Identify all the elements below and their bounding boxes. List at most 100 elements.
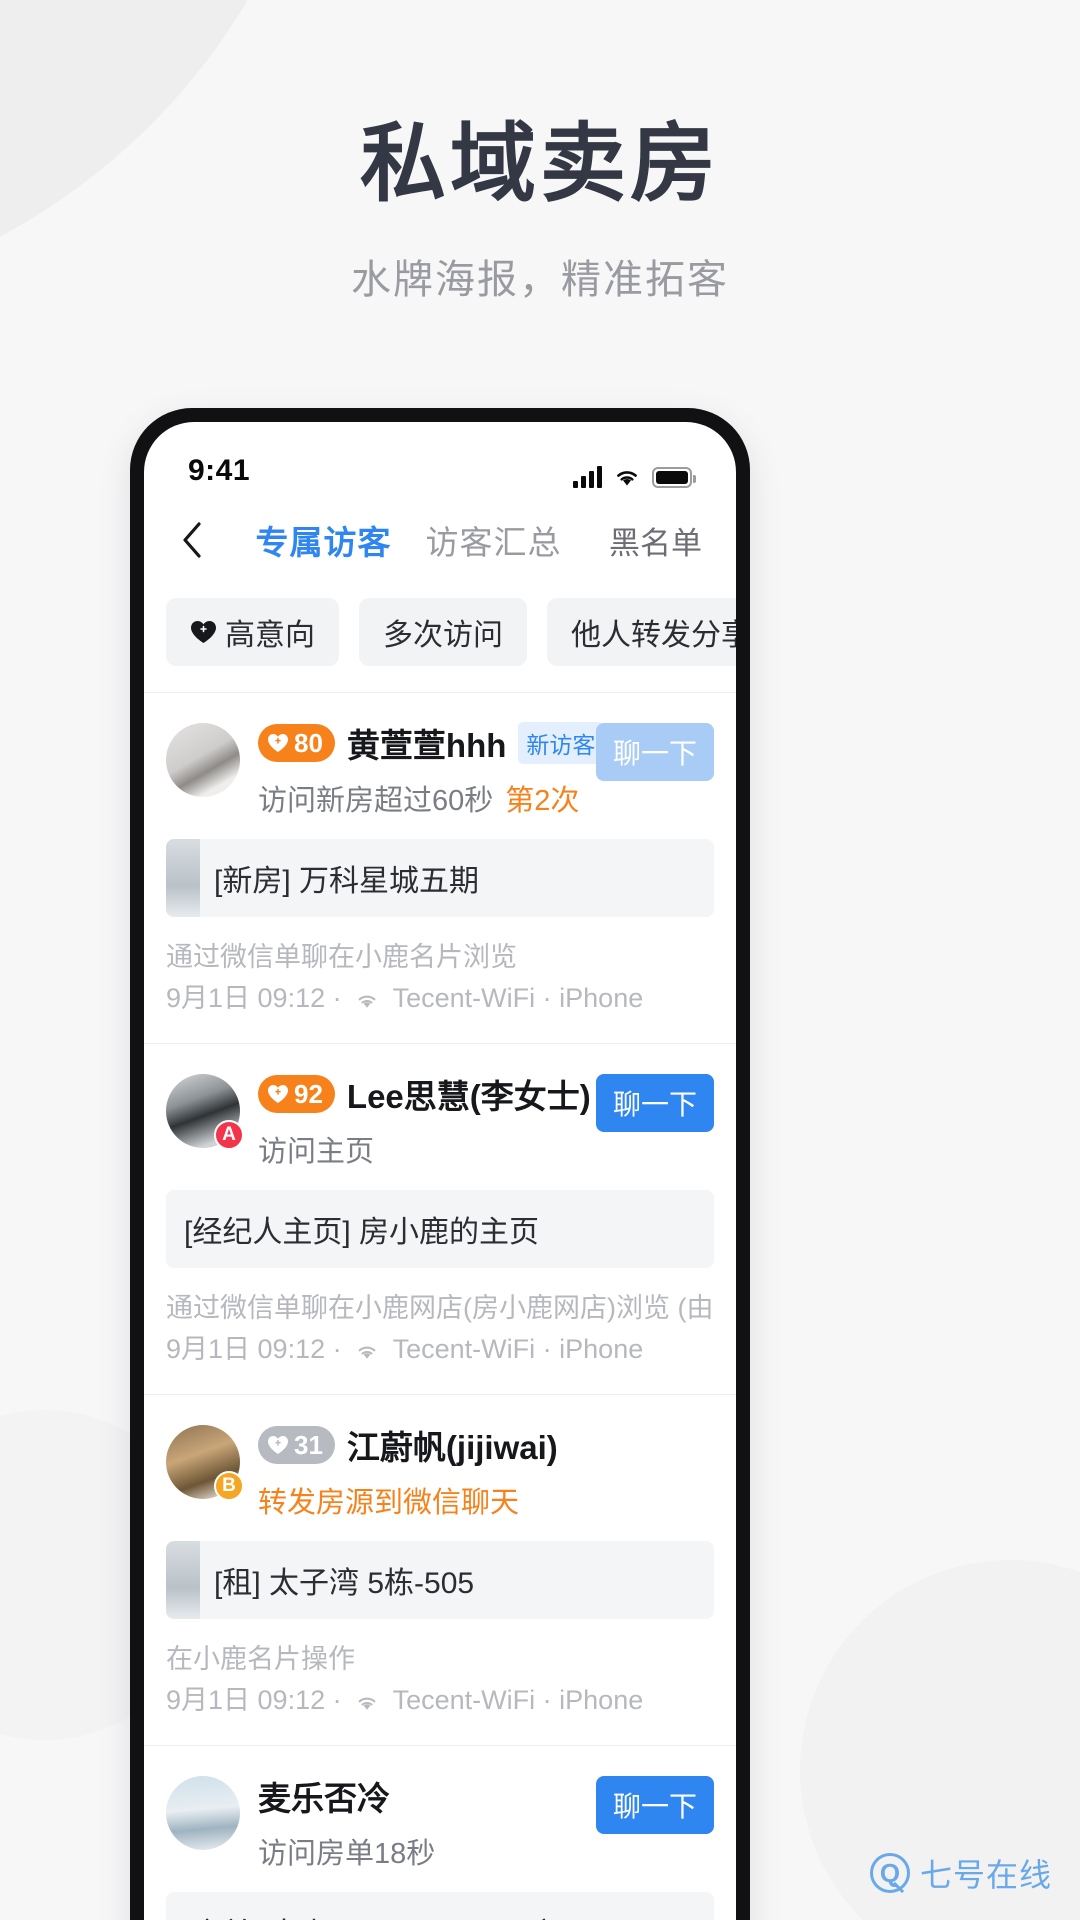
property-title: [房单] 南山800w-1000w三房 [184,1909,559,1920]
page-subtitle: 水牌海报，精准拓客 [351,257,729,302]
tab-exclusive-visitors[interactable]: 专属访客 [256,516,392,564]
visitor-name: 江蔚帆(jijiwai) [346,1429,558,1466]
visitor-name: 黄萱萱hhh [346,727,507,764]
network-name: Tecent-WiFi [392,1684,536,1715]
timestamp-row: 9月1日 09:12 · Tecent-WiFi · iPhone [166,1329,714,1373]
filter-chip-label: 高意向 [225,619,315,652]
avatar: B [166,1425,244,1501]
name-row: 31 江蔚帆(jijiwai) [258,1421,714,1469]
action-row: 访问新房超过60秒 第2次 [258,777,714,819]
phone-screen: 9:41 专属访客 访客汇总 黑名单 高意向 多次访问 他人转发分享 聊一下 8… [144,422,736,1920]
watermark-logo-icon: Q [869,1853,910,1893]
source-text: 通过微信单聊在小鹿名片浏览 [166,942,517,972]
property-card[interactable]: [房单] 南山800w-1000w三房 [166,1892,714,1920]
property-card[interactable]: [新房] 万科星城五期 [166,839,714,917]
filter-chip-high-intent[interactable]: 高意向 [166,598,339,666]
intent-score-badge: 92 [258,1075,335,1113]
phone-mockup-frame: 9:41 专属访客 访客汇总 黑名单 高意向 多次访问 他人转发分享 聊一下 8… [130,408,750,1920]
action-row: 转发房源到微信聊天 [258,1479,714,1521]
wifi-icon [355,1332,379,1373]
signal-bars-icon [573,466,602,488]
avatar-image [166,1776,240,1850]
filter-chip-row[interactable]: 高意向 多次访问 他人转发分享 聊一下 [144,586,736,692]
action-row: 访问房单18秒 [258,1830,714,1872]
visitor-name: 麦乐否冷 [258,1780,390,1817]
avatar: A [166,1074,244,1150]
tab-blacklist[interactable]: 黑名单 [609,518,708,563]
page-title: 私域卖房 [360,116,720,212]
network-name: Tecent-WiFi [392,1333,536,1364]
filter-chip-shared-by-others[interactable]: 他人转发分享 [547,598,736,666]
property-card[interactable]: [租] 太子湾 5栋-505 [166,1541,714,1619]
watermark-text: 七号在线 [919,1857,1052,1893]
network-name: Tecent-WiFi [392,982,536,1013]
meta-block: 在小鹿名片操作 9月1日 09:12 · Tecent-WiFi · iPhon… [166,1639,714,1723]
filter-chip-multiple-visits[interactable]: 多次访问 [359,598,527,666]
status-bar: 9:41 [144,422,736,494]
meta-block: 通过微信单聊在小鹿名片浏览 9月1日 09:12 · Tecent-WiFi ·… [166,937,714,1021]
chevron-left-icon [183,522,201,558]
battery-full-icon [652,467,696,488]
status-badge: 新访客 [518,722,604,764]
heart-icon [268,1436,288,1454]
tab-visitor-summary[interactable]: 访客汇总 [426,516,562,564]
device-name: · iPhone [542,1684,644,1715]
avatar [166,723,240,797]
chat-button[interactable]: 聊一下 [596,1074,714,1132]
intent-score-value: 31 [294,1429,323,1460]
action-row: 访问主页 [258,1128,714,1170]
filter-chip-label: 他人转发分享 [571,619,736,652]
visitor-list: 聊一下 80 黄萱萱hhh 新访客 访问新房超过60秒 第2次 [新房] 万科星… [144,693,736,1920]
status-icons [573,466,696,488]
heart-icon [268,734,288,752]
filter-chip-label: 多次访问 [383,619,503,652]
property-thumbnail [166,839,200,917]
property-card[interactable]: [经纪人主页] 房小鹿的主页 [166,1190,714,1268]
timestamp-row: 9月1日 09:12 · Tecent-WiFi · iPhone [166,1680,714,1724]
list-item[interactable]: 聊一下 麦乐否冷 访问房单18秒 [房单] 南山80 [144,1745,736,1920]
action-text: 访问房单18秒 [258,1838,436,1870]
avatar-rank-badge: B [214,1471,244,1501]
device-name: · iPhone [542,982,644,1013]
intent-score-value: 80 [294,727,323,758]
property-thumbnail [166,1541,200,1619]
source-text: 在小鹿名片操作 [166,1644,355,1674]
chat-button[interactable]: 聊一下 [596,723,714,781]
action-text: 转发房源到微信聊天 [258,1487,520,1519]
heart-icon [268,1085,288,1103]
avatar [166,1776,240,1850]
avatar-rank-badge: A [214,1120,244,1150]
list-item-body: 31 江蔚帆(jijiwai) 转发房源到微信聊天 [258,1421,714,1521]
action-text: 访问主页 [258,1136,375,1168]
wifi-icon [613,466,641,488]
property-title: [经纪人主页] 房小鹿的主页 [184,1216,540,1249]
list-item[interactable]: 聊一下 A 92 Lee思慧(李女士) 访问主页 [经纪人主页] 房小鹿的主页 … [144,1043,736,1394]
status-time: 9:41 [188,454,251,487]
wifi-icon [355,981,379,1022]
heart-icon [191,621,216,643]
action-text: 访问新房超过60秒 [258,785,494,817]
list-item[interactable]: 聊一下 80 黄萱萱hhh 新访客 访问新房超过60秒 第2次 [新房] 万科星… [144,693,736,1043]
meta-block: 通过微信单聊在小鹿网店(房小鹿网店)浏览 (由 房小鹿… 9月1日 09:12 … [166,1288,714,1372]
intent-score-badge: 31 [258,1426,335,1464]
visitor-name: Lee思慧(李女士) [346,1078,591,1115]
tab-bar: 专属访客 访客汇总 [208,516,609,564]
timestamp: 9月1日 09:12 · [166,1684,342,1715]
timestamp-row: 9月1日 09:12 · Tecent-WiFi · iPhone [166,978,714,1022]
intent-score-badge: 80 [258,724,335,762]
avatar-image [166,723,240,797]
visit-count: 第2次 [505,785,580,817]
timestamp: 9月1日 09:12 · [166,982,342,1013]
intent-score-value: 92 [294,1078,323,1109]
device-name: · iPhone [542,1333,644,1364]
hero-section: 私域卖房 水牌海报，精准拓客 [0,0,1080,305]
property-title: [租] 太子湾 5栋-505 [214,1567,475,1600]
timestamp: 9月1日 09:12 · [166,1333,342,1364]
property-title: [新房] 万科星城五期 [214,865,480,898]
navigation-bar: 专属访客 访客汇总 黑名单 [144,494,736,586]
wifi-icon [355,1683,379,1724]
list-item[interactable]: B 31 江蔚帆(jijiwai) 转发房源到微信聊天 [租] 太子湾 5栋-5… [144,1394,736,1745]
watermark: Q 七号在线 [869,1850,1052,1896]
chat-button[interactable]: 聊一下 [596,1776,714,1834]
source-text: 通过微信单聊在小鹿网店(房小鹿网店)浏览 (由 房小鹿… [166,1293,714,1323]
